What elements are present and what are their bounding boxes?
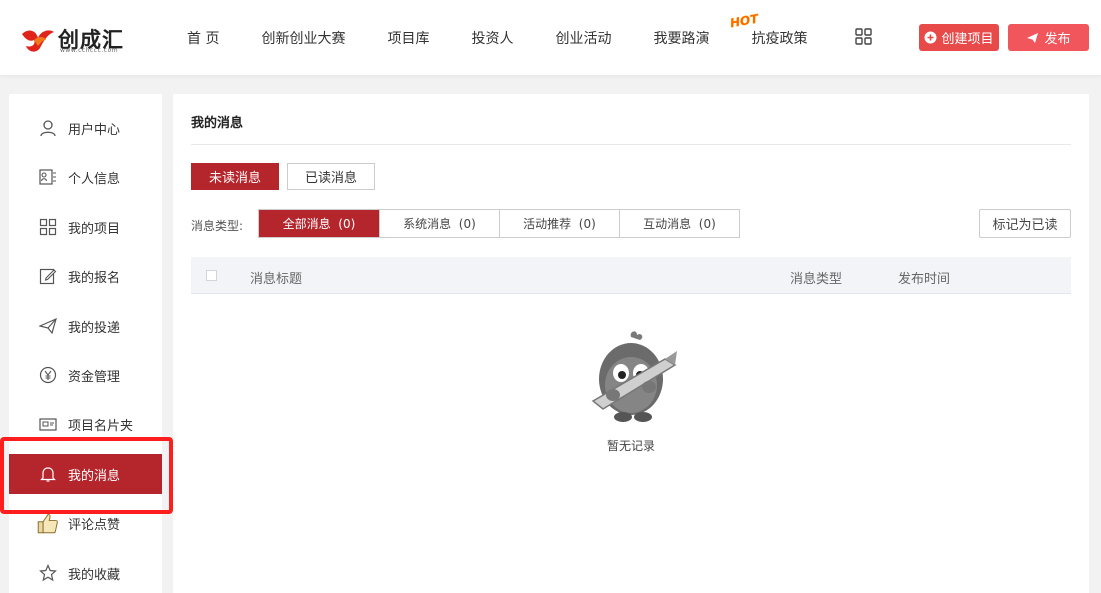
star-icon xyxy=(39,564,57,582)
yen-icon xyxy=(39,366,57,384)
column-message-title: 消息标题 xyxy=(250,272,303,287)
main-nav: 首 页 创新创业大赛 项目库 投资人 创业活动 我要路演 抗疫政策 xyxy=(168,0,807,75)
column-publish-time: 发布时间 xyxy=(898,272,951,287)
logo-url: www.cchccc.com xyxy=(60,47,119,54)
logo-mark-icon xyxy=(22,30,54,52)
empty-state-text: 暂无记录 xyxy=(606,439,655,453)
apps-grid-icon[interactable] xyxy=(855,28,872,45)
page-title: 我的消息 xyxy=(191,116,244,131)
sidebar-item-my-registrations[interactable]: 我的报名 xyxy=(9,256,162,296)
sidebar-item-label: 项目名片夹 xyxy=(68,418,134,434)
sidebar-item-label: 评论点赞 xyxy=(68,517,121,533)
thumbs-up-icon xyxy=(37,513,58,534)
sidebar-item-label: 我的项目 xyxy=(68,221,121,237)
nav-policy[interactable]: 抗疫政策 xyxy=(751,28,807,48)
sidebar-item-label: 我的报名 xyxy=(68,270,121,286)
paper-plane-icon xyxy=(39,317,57,335)
sidebar-item-my-submissions[interactable]: 我的投递 xyxy=(9,306,162,346)
sidebar-item-label: 我的收藏 xyxy=(68,567,121,583)
sidebar-item-label: 资金管理 xyxy=(68,369,121,385)
profile-card-icon xyxy=(39,169,56,185)
publish-label: 发布 xyxy=(1044,32,1071,47)
column-message-type: 消息类型 xyxy=(790,272,843,287)
nav-project-library[interactable]: 项目库 xyxy=(387,28,429,48)
messages-panel: 我的消息 未读消息 已读消息 消息类型: 全部消息 (0) 系统消息 (0) 活… xyxy=(173,94,1089,593)
sidebar-item-label: 用户中心 xyxy=(68,122,121,138)
sidebar-item-favorites[interactable]: 我的收藏 xyxy=(9,553,162,593)
sidebar-item-my-projects[interactable]: 我的项目 xyxy=(9,207,162,247)
sidebar-item-label: 个人信息 xyxy=(68,171,121,187)
grid-icon xyxy=(39,218,57,236)
empty-mascot-icon xyxy=(591,331,677,422)
publish-button[interactable]: 发布 xyxy=(1008,24,1089,51)
plus-circle-icon xyxy=(924,31,937,44)
message-type-label: 消息类型: xyxy=(191,219,244,233)
top-header: 创成汇 www.cchccc.com 首 页 创新创业大赛 项目库 投资人 创业… xyxy=(0,0,1101,75)
create-project-button[interactable]: 创建项目 xyxy=(919,24,999,51)
annotation-highlight-box xyxy=(0,437,173,514)
sidebar-item-user-center[interactable]: 用户中心 xyxy=(9,108,162,148)
site-logo[interactable]: 创成汇 www.cchccc.com xyxy=(20,22,130,54)
nav-events[interactable]: 创业活动 xyxy=(555,28,611,48)
message-type-filter: 全部消息 (0) 系统消息 (0) 活动推荐 (0) 互动消息 (0) xyxy=(258,209,740,238)
nav-investors[interactable]: 投资人 xyxy=(471,28,513,48)
sidebar: 用户中心 个人信息 我的项目 我的报名 我的投递 资金管理 项目名片夹 我的消息… xyxy=(9,94,162,593)
tab-unread-messages[interactable]: 未读消息 xyxy=(191,163,279,190)
nav-roadshow[interactable]: 我要路演 xyxy=(653,28,709,48)
filter-event-recommendations[interactable]: 活动推荐 (0) xyxy=(499,210,619,237)
select-all-checkbox[interactable] xyxy=(206,270,217,281)
sidebar-item-funds[interactable]: 资金管理 xyxy=(9,355,162,395)
nav-competition[interactable]: 创新创业大赛 xyxy=(261,28,345,48)
filter-system-messages[interactable]: 系统消息 (0) xyxy=(379,210,499,237)
sidebar-item-label: 我的投递 xyxy=(68,320,121,336)
edit-icon xyxy=(39,268,57,285)
sidebar-item-profile[interactable]: 个人信息 xyxy=(9,157,162,197)
filter-interaction-messages[interactable]: 互动消息 (0) xyxy=(619,210,739,237)
nav-home[interactable]: 首 页 xyxy=(187,28,219,48)
tab-read-messages[interactable]: 已读消息 xyxy=(287,163,375,190)
mark-as-read-button[interactable]: 标记为已读 xyxy=(979,209,1071,238)
create-project-label: 创建项目 xyxy=(941,32,994,47)
user-icon xyxy=(40,120,56,137)
send-icon xyxy=(1027,32,1039,43)
table-header: 消息标题 消息类型 发布时间 xyxy=(191,257,1071,294)
divider xyxy=(191,144,1071,145)
filter-all-messages[interactable]: 全部消息 (0) xyxy=(259,210,379,237)
card-holder-icon xyxy=(39,418,57,431)
